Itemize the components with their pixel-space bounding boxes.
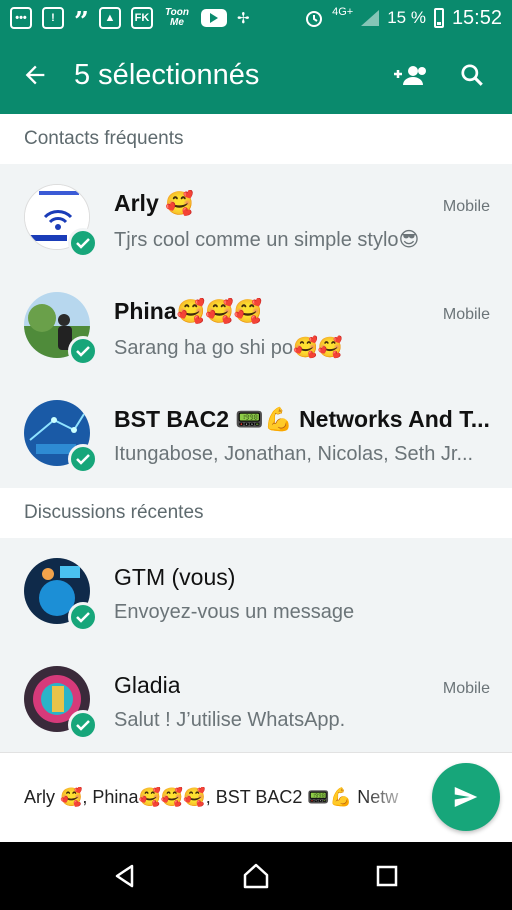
section-title: Discussions récentes [24, 502, 204, 523]
page-title: 5 sélectionnés [74, 58, 260, 91]
alarm-icon [306, 11, 323, 27]
status-bar: ••• ! ” ▲ FK Toon Me ✢ 4G+ 15 % 15:52 [0, 0, 512, 37]
selected-check-icon [68, 602, 98, 632]
toonme-icon: Toon Me [164, 7, 189, 28]
contact-status: Itungabose, Jonathan, Nicolas, Seth Jr..… [114, 443, 474, 465]
network-type: 4G+ [332, 6, 354, 18]
alert-icon: ! [42, 7, 64, 29]
add-group-icon [394, 66, 426, 85]
clock: 15:52 [451, 6, 502, 29]
youtube-icon [200, 9, 227, 27]
quote-icon: ” [74, 7, 89, 37]
signal-icon [361, 10, 380, 26]
section-header-frequent: Contacts fréquents [0, 114, 512, 164]
chat-row-gladia[interactable]: Gladia Mobile Salut ! J’utilise WhatsApp… [0, 646, 512, 754]
contact-status: Salut ! J’utilise WhatsApp. [114, 709, 346, 731]
nav-back-button[interactable] [100, 851, 150, 901]
contact-status: Envoyez-vous un message [114, 601, 355, 623]
back-icon [116, 864, 134, 888]
send-icon [454, 787, 478, 807]
arrow-back-icon [25, 65, 45, 85]
contact-status: Sarang ha go shi po🥰🥰 [114, 337, 343, 359]
selected-check-icon [68, 228, 98, 258]
avatar-container [24, 558, 98, 632]
selected-check-icon [68, 710, 98, 740]
search-button[interactable] [452, 55, 492, 95]
avatar-container [24, 292, 98, 366]
battery-percent: 15 % [387, 8, 426, 27]
selected-contacts-text[interactable]: Arly 🥰, Phina🥰🥰🥰, BST BAC2 📟💪 Netw [24, 787, 420, 808]
selection-bar: Arly 🥰, Phina🥰🥰🥰, BST BAC2 📟💪 Netw [0, 752, 512, 842]
contact-name: BST BAC2 📟💪 Networks And T... [114, 406, 490, 432]
contact-row-arly[interactable]: Arly 🥰 Mobile Tjrs cool comme un simple … [0, 164, 512, 272]
send-button[interactable] [432, 763, 500, 831]
chat-row-gtm[interactable]: GTM (vous) Envoyez-vous un message [0, 538, 512, 646]
contact-name: Gladia [114, 672, 181, 698]
avatar-container [24, 184, 98, 258]
contact-name: Arly 🥰 [114, 190, 194, 216]
contact-label: Mobile [442, 680, 490, 697]
add-group-button[interactable] [390, 55, 430, 95]
contact-label: Mobile [442, 198, 490, 215]
fk-icon: FK [130, 7, 153, 29]
contact-row-phina[interactable]: Phina🥰🥰🥰 Mobile Sarang ha go shi po🥰🥰 [0, 272, 512, 380]
back-button[interactable] [0, 36, 70, 114]
avatar-container [24, 666, 98, 740]
section-title: Contacts fréquents [24, 128, 184, 149]
gallery-icon: ▲ [98, 7, 121, 29]
app-bar: 5 sélectionnés [0, 36, 512, 114]
nav-home-button[interactable] [231, 851, 281, 901]
recent-chats-list: GTM (vous) Envoyez-vous un message Gladi… [0, 538, 512, 752]
contact-label: Mobile [442, 306, 490, 323]
home-icon [243, 863, 269, 889]
contact-status: Tjrs cool comme un simple stylo😎 [114, 229, 420, 251]
pinwheel-icon: ✢ [236, 10, 250, 27]
avatar-container [24, 400, 98, 474]
selected-check-icon [68, 444, 98, 474]
search-icon [461, 64, 483, 86]
frequent-contacts-list: Arly 🥰 Mobile Tjrs cool comme un simple … [0, 164, 512, 488]
selected-check-icon [68, 336, 98, 366]
messages-icon: ••• [10, 7, 32, 29]
battery-icon [433, 8, 444, 28]
system-nav-bar [0, 842, 512, 910]
recents-icon [376, 865, 397, 887]
contact-name: GTM (vous) [114, 564, 236, 590]
section-header-recent: Discussions récentes [0, 488, 512, 538]
contact-name: Phina🥰🥰🥰 [114, 298, 263, 324]
nav-recents-button[interactable] [362, 851, 412, 901]
contact-row-group[interactable]: BST BAC2 📟💪 Networks And T... Itungabose… [0, 380, 512, 488]
